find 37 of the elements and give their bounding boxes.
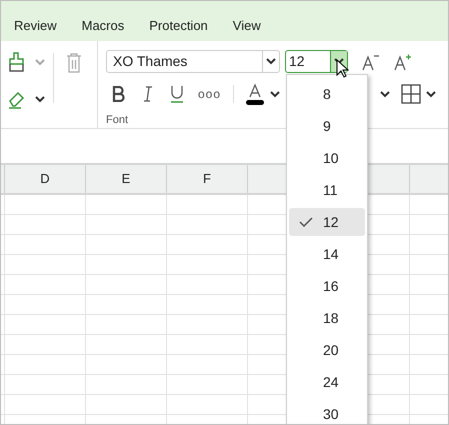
bold-icon[interactable]	[112, 86, 125, 102]
menu-item[interactable]: 16	[289, 272, 365, 300]
menu-item[interactable]: 14	[289, 240, 365, 268]
group-label: Font	[106, 113, 128, 128]
menu-tab[interactable]: Review	[14, 16, 57, 35]
chevron-down-icon[interactable]	[380, 90, 390, 98]
font-family-field[interactable]: XO Thames	[106, 50, 280, 73]
menu-item[interactable]: 10	[289, 144, 365, 172]
chevron-down-icon[interactable]	[35, 96, 45, 102]
borders-icon[interactable]	[401, 84, 422, 104]
menu-item[interactable]: 11	[289, 176, 365, 204]
chevron-down-icon[interactable]	[270, 90, 280, 98]
chevron-down-icon[interactable]	[266, 58, 276, 65]
font-color-icon[interactable]	[246, 83, 264, 105]
menu-item[interactable]: 12	[289, 208, 365, 236]
menu-item[interactable]: 30	[289, 400, 365, 424]
column-header[interactable]: F	[167, 165, 248, 193]
menu-tab[interactable]: View	[232, 16, 261, 35]
menu-item[interactable]: 9	[289, 112, 365, 140]
decrease-font-size-icon[interactable]	[362, 52, 380, 70]
more-button[interactable]: ooo	[198, 85, 222, 103]
menu-item[interactable]: 20	[289, 336, 365, 364]
menu-item[interactable]: 8	[289, 80, 365, 108]
chevron-down-icon[interactable]	[334, 58, 344, 65]
menu-tab[interactable]: Macros	[82, 16, 124, 35]
eraser-icon[interactable]	[7, 89, 27, 109]
menu-tab[interactable]: Protection	[149, 16, 208, 35]
column-header[interactable]: E	[86, 165, 167, 193]
italic-icon[interactable]	[143, 86, 153, 102]
menu-item[interactable]: 24	[289, 368, 365, 396]
menu-item[interactable]: 18	[289, 304, 365, 332]
underline-icon[interactable]	[170, 85, 184, 103]
column-header[interactable]: D	[5, 165, 86, 193]
chevron-down-icon[interactable]	[426, 90, 436, 98]
paint-brush-icon[interactable]	[7, 51, 27, 73]
checkmark-icon	[299, 217, 313, 227]
increase-font-size-icon[interactable]	[394, 52, 412, 70]
